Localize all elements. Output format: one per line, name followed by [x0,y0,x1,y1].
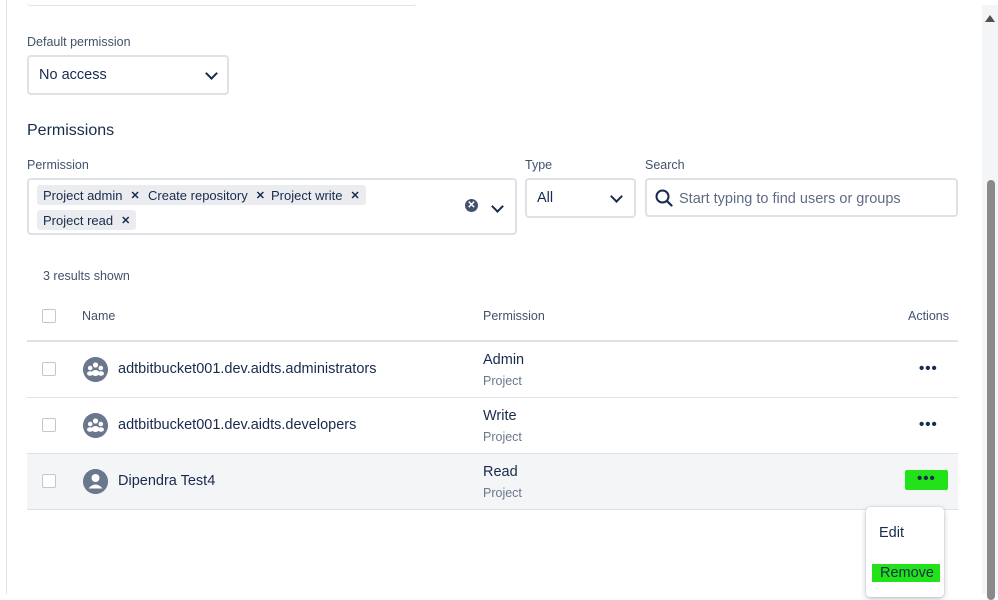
chip-label: Project write [271,187,343,203]
actions-menu: Edit Remove [866,507,944,597]
row-permission: Write [483,408,517,424]
row-permission: Read [483,464,518,480]
row-name: Dipendra Test4 [118,473,216,489]
row-name: adtbitbucket001.dev.aidts.administrators [118,361,377,377]
row-permission-scope: Project [483,486,522,500]
search-input[interactable] [677,180,951,217]
chip-remove-icon[interactable]: ✕ [130,189,139,202]
more-actions-button[interactable]: ••• [905,470,948,490]
chip-remove-icon[interactable]: ✕ [351,189,360,202]
chip-project-write: Project write ✕ [265,185,366,205]
select-all-checkbox[interactable] [42,309,56,323]
permission-filter-select[interactable]: Project admin ✕ Create repository ✕ Projec… [27,178,517,235]
group-icon [83,357,108,382]
chevron-down-icon[interactable] [491,200,504,213]
more-actions-button[interactable]: ••• [919,360,938,377]
top-panel-edge [27,0,417,6]
type-label: Type [525,158,553,172]
chip-label: Create repository [148,187,248,203]
chip-create-repository: Create repository ✕ [142,185,271,205]
default-permission-value: No access [39,67,107,83]
chip-remove-icon[interactable]: ✕ [256,189,265,202]
table-row: adtbitbucket001.dev.aidts.administrators… [27,342,958,398]
permissions-heading: Permissions [27,122,115,139]
chip-label: Project read [43,212,114,228]
chevron-down-icon [205,67,218,80]
row-permission-scope: Project [483,374,522,388]
row-checkbox[interactable] [42,418,56,432]
type-select[interactable]: All [525,178,636,218]
search-icon [655,189,673,207]
results-count: 3 results shown [43,269,130,283]
chevron-down-icon [610,190,623,203]
table-row: adtbitbucket001.dev.aidts.developers Wri… [27,398,958,454]
chip-remove-icon[interactable]: ✕ [121,214,130,227]
column-header-actions: Actions [908,309,949,323]
column-header-permission[interactable]: Permission [483,309,545,323]
scrollbar[interactable] [982,5,998,600]
row-permission: Admin [483,352,525,368]
search-label: Search [645,158,685,172]
menu-item-edit[interactable]: Edit [879,525,904,541]
group-icon [83,413,108,438]
default-permission-label: Default permission [27,35,131,49]
more-actions-button[interactable]: ••• [919,416,938,433]
scrollbar-thumb[interactable] [987,180,995,600]
row-checkbox[interactable] [42,474,56,488]
menu-item-remove[interactable]: Remove [872,564,940,582]
search-field[interactable] [645,178,958,217]
scroll-up-arrow-icon[interactable] [985,15,995,22]
chip-project-read: Project read ✕ [37,210,137,230]
default-permission-select[interactable]: No access [27,55,229,95]
permission-filter-label: Permission [27,158,89,172]
column-header-name[interactable]: Name [82,309,115,323]
row-name: adtbitbucket001.dev.aidts.developers [118,417,357,433]
table-row: Dipendra Test4 Read Project ••• [27,454,958,510]
row-permission-scope: Project [483,430,522,444]
user-icon [83,469,108,494]
type-value: All [537,190,554,206]
row-checkbox[interactable] [42,362,56,376]
chip-label: Project admin [43,187,123,203]
clear-selection-icon[interactable]: ✕ [465,199,478,212]
chip-project-admin: Project admin ✕ [37,185,146,205]
